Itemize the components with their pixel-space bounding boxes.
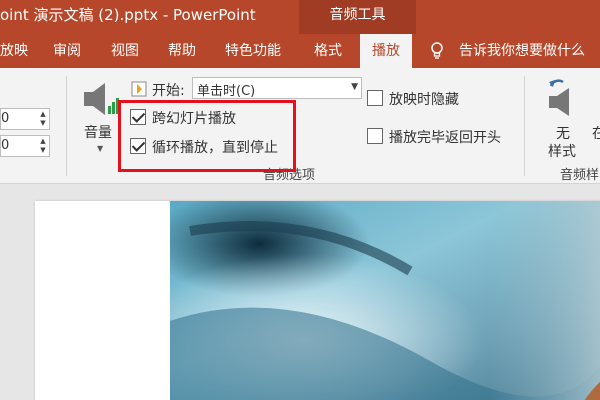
no-style-speaker-icon[interactable]	[541, 78, 575, 122]
start-trigger-icon	[131, 81, 147, 97]
audio-styles-group-label: 音频样	[560, 168, 600, 183]
tab-slideshow[interactable]: 放映	[0, 34, 28, 68]
ribbon-tab-row: 放映 审阅 视图 帮助 特色功能 格式 播放 告诉我你想要做什么	[0, 34, 600, 68]
tab-playback[interactable]: 播放	[360, 34, 412, 68]
tell-me-search[interactable]: 告诉我你想要做什么	[459, 34, 585, 68]
tab-review[interactable]: 审阅	[53, 34, 81, 68]
rewind-after-playing-label[interactable]: 播放完毕返回开头	[389, 127, 501, 147]
start-selected-value: 单击时(C)	[197, 84, 256, 99]
rewind-after-playing-checkbox[interactable]	[367, 128, 383, 144]
spinner-arrows-icon[interactable]: ▲ ▼	[39, 110, 47, 128]
start-label: 开始:	[152, 83, 185, 99]
slide-work-area	[0, 185, 600, 400]
spinner-arrows-icon[interactable]: ▲ ▼	[39, 137, 47, 155]
chevron-down-icon[interactable]: ▼	[97, 144, 103, 153]
slide-canvas[interactable]	[35, 201, 600, 400]
start-dropdown[interactable]: 单击时(C) ▼	[192, 77, 362, 99]
lightbulb-icon[interactable]	[430, 42, 444, 60]
play-in-background-label-partial[interactable]: 在	[592, 123, 600, 143]
hide-during-show-label[interactable]: 放映时隐藏	[389, 89, 459, 109]
highlight-box	[118, 100, 296, 172]
fade-in-value: 0	[1, 111, 10, 126]
volume-label[interactable]: 音量	[84, 122, 112, 142]
ribbon-playback: 0 ▲ ▼ 0 ▲ ▼ 音量 ▼ 开始: 单击时(C) ▼ 放映时隐藏 跨幻灯片播放…	[0, 68, 600, 184]
audio-tools-label: 音频工具	[329, 7, 386, 23]
tab-special-features[interactable]: 特色功能	[225, 34, 281, 68]
dropdown-arrow-icon[interactable]: ▼	[351, 82, 358, 92]
fade-in-spinner[interactable]: 0 ▲ ▼	[0, 108, 50, 130]
slide-background-photo[interactable]	[170, 201, 600, 400]
fade-out-value: 0	[1, 138, 10, 153]
tab-help[interactable]: 帮助	[168, 34, 196, 68]
window-title: oint 演示文稿 (2).pptx - PowerPoint	[0, 6, 256, 24]
hide-during-show-checkbox[interactable]	[367, 90, 383, 106]
tab-format[interactable]: 格式	[314, 34, 342, 68]
speaker-volume-icon[interactable]	[81, 80, 119, 118]
no-style-label-line2[interactable]: 样式	[548, 141, 576, 161]
no-style-label-line1[interactable]: 无	[556, 123, 570, 143]
tab-view[interactable]: 视图	[111, 34, 139, 68]
group-separator	[524, 76, 525, 176]
fade-out-spinner[interactable]: 0 ▲ ▼	[0, 135, 50, 157]
audio-tools-context-group: 音频工具	[299, 0, 416, 34]
group-separator	[66, 76, 67, 176]
title-bar: oint 演示文稿 (2).pptx - PowerPoint 音频工具	[0, 0, 600, 34]
